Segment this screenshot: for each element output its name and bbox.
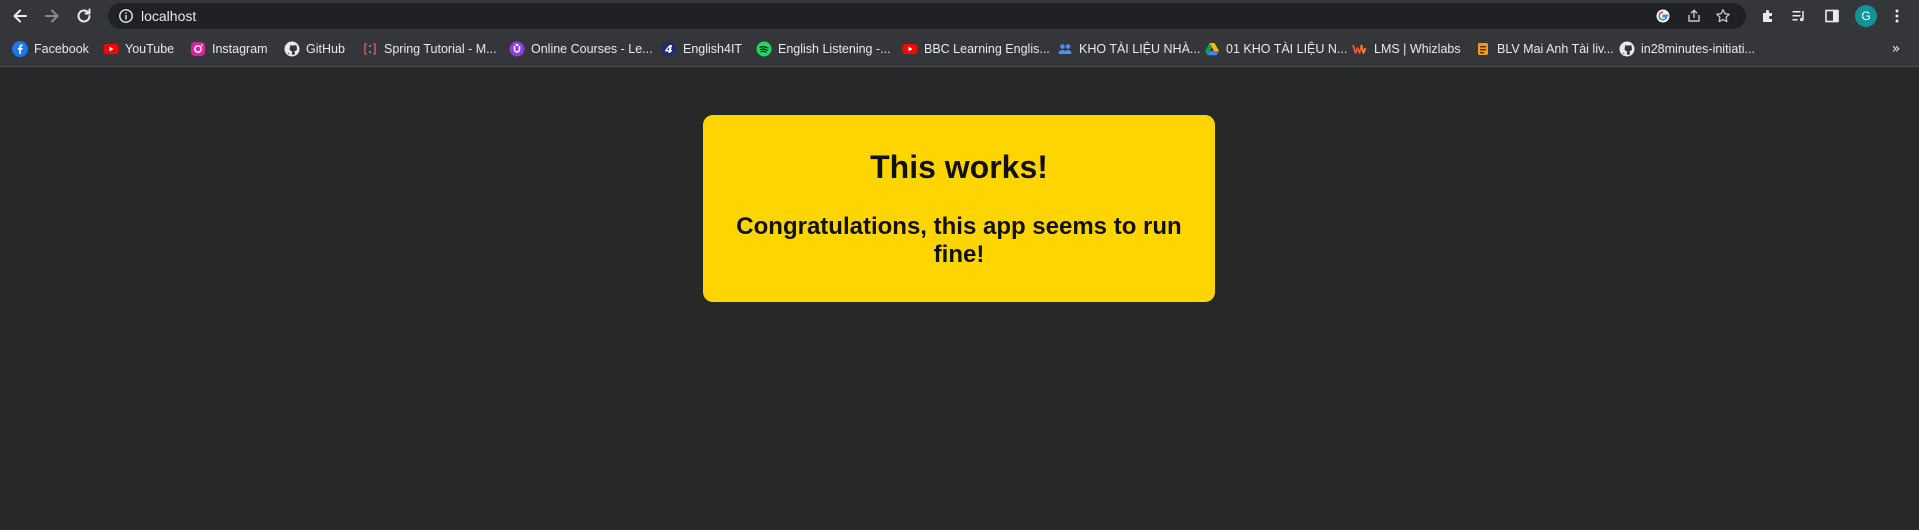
browser-toolbar: localhost G <box>0 0 1919 31</box>
github-icon <box>1619 41 1635 57</box>
card-message: Congratulations, this app seems to run f… <box>736 213 1182 268</box>
spring-icon <box>362 41 378 57</box>
google-drive-icon <box>1204 41 1220 57</box>
bookmark-online-courses[interactable]: Online Courses - Le... <box>509 40 653 58</box>
side-panel-icon[interactable] <box>1821 5 1843 27</box>
courses-icon <box>509 41 525 57</box>
bookmark-label: Facebook <box>34 42 89 56</box>
google-lens-icon[interactable] <box>1653 6 1673 26</box>
instagram-icon <box>190 41 206 57</box>
youtube-icon <box>103 41 119 57</box>
bookmark-label: Instagram <box>212 42 268 56</box>
card-title: This works! <box>870 149 1048 185</box>
bookmark-label: BBC Learning Englis... <box>924 42 1050 56</box>
url-text[interactable]: localhost <box>141 8 196 24</box>
bookmark-01-kho-tai-lieu[interactable]: 01 KHO TÀI LIỆU N... <box>1204 40 1347 58</box>
bookmark-label: English4IT <box>683 42 743 56</box>
success-card: This works! Congratulations, this app se… <box>703 115 1215 302</box>
bookmark-lms-whizlabs[interactable]: LMS | Whizlabs <box>1352 40 1461 58</box>
reload-icon <box>77 8 91 23</box>
bookmark-facebook[interactable]: Facebook <box>12 40 89 58</box>
bookmarks-bar: Facebook YouTube Instagram GitHub Spring… <box>0 31 1919 67</box>
reload-button[interactable] <box>71 3 97 29</box>
forward-arrow-icon <box>45 9 59 23</box>
spotify-icon <box>756 41 772 57</box>
profile-avatar[interactable]: G <box>1855 5 1877 27</box>
bookmark-label: Spring Tutorial - M... <box>384 42 497 56</box>
bookmark-github[interactable]: GitHub <box>284 40 345 58</box>
blv-icon <box>1475 41 1491 57</box>
bookmark-label: in28minutes-initiati... <box>1641 42 1755 56</box>
youtube-icon <box>902 41 918 57</box>
bookmark-in28minutes[interactable]: in28minutes-initiati... <box>1619 40 1755 58</box>
more-bookmarks-chevron-icon[interactable]: » <box>1886 39 1906 59</box>
bookmark-youtube[interactable]: YouTube <box>103 40 174 58</box>
share-icon[interactable] <box>1684 6 1704 26</box>
extensions-icon[interactable] <box>1757 5 1779 27</box>
back-button[interactable] <box>7 3 33 29</box>
github-icon <box>284 41 300 57</box>
bookmark-blv-mai-anh[interactable]: BLV Mai Anh Tài liv... <box>1475 40 1614 58</box>
bookmark-label: English Listening -... <box>778 42 891 56</box>
bookmark-bbc-learning[interactable]: BBC Learning Englis... <box>902 40 1050 58</box>
whizlabs-icon <box>1352 41 1368 57</box>
bookmark-label: 01 KHO TÀI LIỆU N... <box>1226 42 1348 56</box>
svg-text:4: 4 <box>664 43 673 56</box>
bookmark-star-icon[interactable] <box>1713 6 1733 26</box>
bookmark-label: Online Courses - Le... <box>531 42 653 56</box>
site-info-icon[interactable] <box>118 8 134 24</box>
bookmark-label: YouTube <box>125 42 175 56</box>
forward-button[interactable] <box>39 3 65 29</box>
bookmark-label: KHO TÀI LIỆU NHÀ... <box>1079 42 1201 56</box>
bookmark-spring-tutorial[interactable]: Spring Tutorial - M... <box>362 40 497 58</box>
reading-list-icon[interactable] <box>1788 5 1810 27</box>
bookmark-label: LMS | Whizlabs <box>1374 42 1461 56</box>
bookmark-label: BLV Mai Anh Tài liv... <box>1497 42 1614 56</box>
bookmark-kho-tai-lieu-nha[interactable]: KHO TÀI LIỆU NHÀ... <box>1057 40 1200 58</box>
facebook-icon <box>12 41 28 57</box>
menu-kebab-icon[interactable] <box>1886 5 1908 27</box>
back-arrow-icon <box>13 9 27 23</box>
bookmark-english4it[interactable]: 4 English4IT <box>661 40 742 58</box>
bookmark-instagram[interactable]: Instagram <box>190 40 268 58</box>
page-viewport: This works! Congratulations, this app se… <box>0 67 1919 530</box>
bookmark-label: GitHub <box>306 42 345 56</box>
people-icon <box>1057 41 1073 57</box>
address-bar[interactable]: localhost <box>108 3 1746 29</box>
english4it-icon: 4 <box>661 41 677 57</box>
bookmark-english-listening[interactable]: English Listening -... <box>756 40 891 58</box>
